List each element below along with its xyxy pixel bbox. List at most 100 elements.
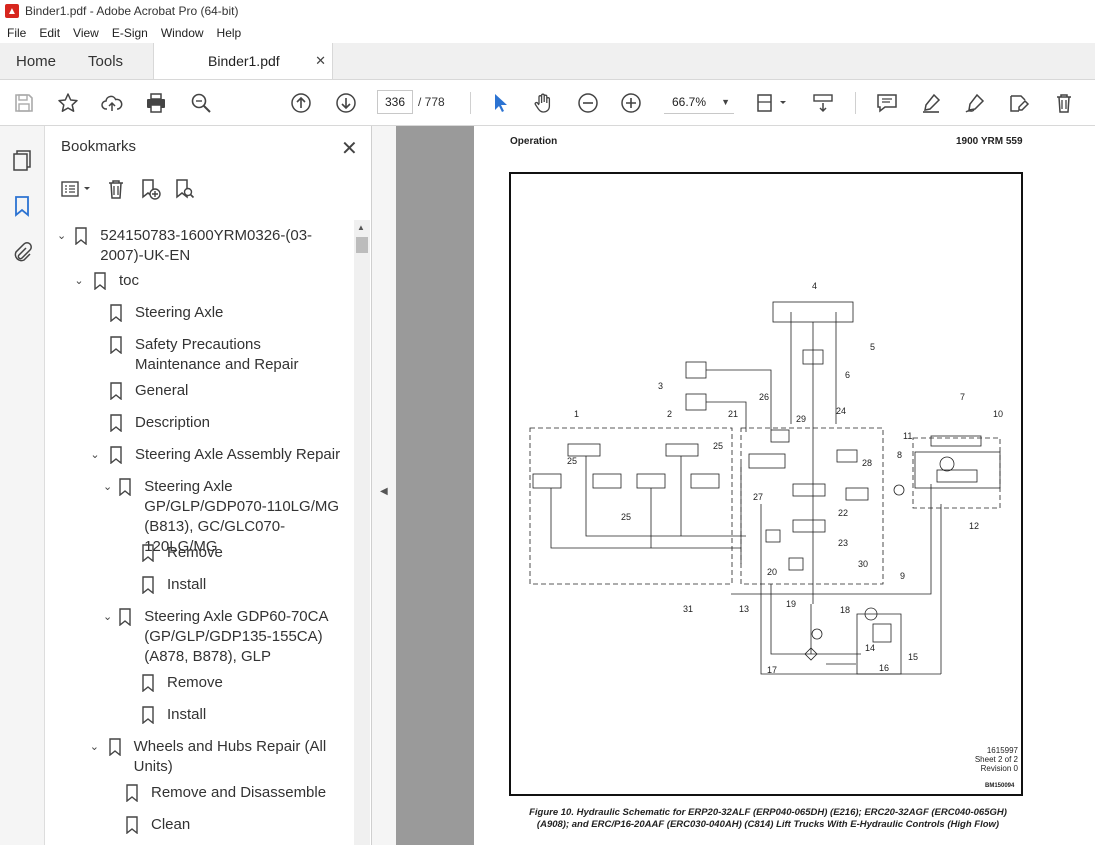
bookmark-item[interactable]: ⌄ Steering Axle Assembly Repair xyxy=(87,445,349,465)
scrollbar-thumb[interactable] xyxy=(356,237,368,253)
bookmark-label: Install xyxy=(167,706,207,723)
chevron-down-icon[interactable]: ⌄ xyxy=(71,271,87,291)
save-icon[interactable] xyxy=(11,90,37,116)
comment-icon[interactable] xyxy=(874,90,900,116)
scroll-mode-icon[interactable] xyxy=(810,90,836,116)
callout-number: 23 xyxy=(838,538,849,548)
tab-home[interactable]: Home xyxy=(0,43,72,79)
bookmark-panel-icon[interactable] xyxy=(8,192,36,220)
close-tab-icon[interactable]: ✕ xyxy=(315,53,326,69)
next-page-icon[interactable] xyxy=(333,90,359,116)
toolbar-separator xyxy=(470,92,471,114)
chevron-down-icon[interactable]: ⌄ xyxy=(55,226,68,246)
zoom-dropdown[interactable]: 66.7% ▼ xyxy=(664,90,734,114)
bookmark-label: Wheels and Hubs Repair (All Units) xyxy=(133,738,327,775)
callout-number: 16 xyxy=(879,663,890,673)
bookmark-icon xyxy=(142,674,154,692)
menu-edit[interactable]: Edit xyxy=(32,26,66,40)
callout-number: 4 xyxy=(812,281,818,291)
bookmarks-scrollbar[interactable]: ▲ xyxy=(354,220,370,845)
page-thumbnails-icon[interactable] xyxy=(8,146,36,174)
bookmark-item[interactable]: Steering Axle xyxy=(109,303,349,323)
zoom-search-icon[interactable] xyxy=(188,90,214,116)
delete-bookmark-icon[interactable] xyxy=(103,176,129,202)
page-number-input[interactable]: 336 xyxy=(377,90,413,114)
panel-collapse-strip: ◀ xyxy=(372,126,396,845)
callout-number: 22 xyxy=(838,508,849,518)
callout-number: 25 xyxy=(621,512,632,522)
bookmark-item[interactable]: Remove xyxy=(141,673,341,693)
delete-icon[interactable] xyxy=(1051,90,1077,116)
scroll-up-icon[interactable]: ▲ xyxy=(357,223,365,232)
previous-page-icon[interactable] xyxy=(288,90,314,116)
bookmark-label: Safety Precautions Maintenance and Repai… xyxy=(135,336,299,373)
upload-cloud-icon[interactable] xyxy=(99,90,125,116)
print-icon[interactable] xyxy=(143,90,169,116)
collapse-panel-icon[interactable]: ◀ xyxy=(380,486,388,497)
document-tab-label: Binder1.pdf xyxy=(208,53,280,69)
bookmark-label: Clean xyxy=(151,816,191,833)
pdf-section-header: Operation xyxy=(510,136,558,147)
chevron-down-icon[interactable]: ⌄ xyxy=(103,477,112,497)
title-bar: ▲ Binder1.pdf - Adobe Acrobat Pro (64-bi… xyxy=(0,0,1095,22)
figure-caption: Figure 10. Hydraulic Schematic for ERP20… xyxy=(508,807,1028,831)
chevron-down-icon: ▼ xyxy=(721,96,730,107)
highlight-pen-icon[interactable] xyxy=(918,90,944,116)
close-panel-icon[interactable]: ✕ xyxy=(341,136,358,161)
callout-number: 27 xyxy=(753,492,764,502)
chevron-down-icon[interactable]: ⌄ xyxy=(87,445,103,465)
bookmark-item[interactable]: Description xyxy=(109,413,349,433)
bookmark-item[interactable]: Remove and Disassemble xyxy=(125,783,349,803)
options-menu-icon[interactable] xyxy=(59,176,95,202)
tab-document[interactable]: Binder1.pdf ✕ xyxy=(153,43,334,79)
bookmark-label: Remove xyxy=(167,544,223,561)
chevron-down-icon[interactable]: ⌄ xyxy=(87,737,102,757)
menu-esign[interactable]: E-Sign xyxy=(105,26,154,40)
callout-number: 29 xyxy=(796,414,807,424)
zoom-in-icon[interactable] xyxy=(618,90,644,116)
sign-icon[interactable] xyxy=(962,90,988,116)
bookmark-item[interactable]: Clean xyxy=(125,815,349,835)
bookmark-icon xyxy=(110,446,122,464)
bookmark-label: Remove and Disassemble xyxy=(151,784,327,801)
select-cursor-icon[interactable] xyxy=(487,90,513,116)
callout-number: 12 xyxy=(969,521,980,531)
bookmark-icon xyxy=(108,738,121,756)
callout-number: 14 xyxy=(865,643,876,653)
edit-pdf-icon[interactable] xyxy=(1006,90,1032,116)
bookmark-icon xyxy=(110,382,122,400)
bookmark-item[interactable]: General xyxy=(109,381,349,401)
bookmark-label: Remove xyxy=(167,674,223,691)
bookmark-item[interactable]: ⌄ Steering Axle GDP60-70CA (GP/GLP/GDP13… xyxy=(103,607,351,667)
bookmark-icon xyxy=(126,784,138,802)
bookmark-item[interactable]: Safety Precautions Maintenance and Repai… xyxy=(109,335,349,375)
menu-help[interactable]: Help xyxy=(210,26,248,40)
bookmark-item[interactable]: Install xyxy=(141,575,341,595)
hand-tool-icon[interactable] xyxy=(530,90,556,116)
zoom-out-icon[interactable] xyxy=(575,90,601,116)
bookmarks-title: Bookmarks xyxy=(61,138,137,155)
bookmark-item[interactable]: Install xyxy=(141,705,341,725)
attachment-icon[interactable] xyxy=(8,238,36,266)
tab-tools[interactable]: Tools xyxy=(72,43,139,79)
menu-window[interactable]: Window xyxy=(154,26,210,40)
find-bookmark-icon[interactable] xyxy=(171,176,197,202)
callout-number: 11 xyxy=(903,431,913,441)
bookmark-item[interactable]: ⌄ 524150783-1600YRM0326-(03-2007)-UK-EN xyxy=(55,226,350,266)
star-icon[interactable] xyxy=(55,90,81,116)
bookmark-item[interactable]: ⌄ Wheels and Hubs Repair (All Units) xyxy=(87,737,349,777)
bookmark-icon xyxy=(110,414,122,432)
chevron-down-icon[interactable]: ⌄ xyxy=(103,607,112,627)
callout-number: 3 xyxy=(658,381,664,391)
toolbar-separator xyxy=(855,92,856,114)
bookmark-icon xyxy=(119,478,131,496)
hydraulic-schematic xyxy=(529,301,1001,675)
acrobat-icon: ▲ xyxy=(5,4,19,18)
bookmark-item[interactable]: ⌄ toc xyxy=(71,271,341,291)
new-bookmark-icon[interactable] xyxy=(137,176,163,202)
menu-view[interactable]: View xyxy=(66,26,105,40)
menu-file[interactable]: File xyxy=(0,26,32,40)
bookmark-item[interactable]: Remove xyxy=(141,543,341,563)
drawing-revision-note: 1615997 Sheet 2 of 2 Revision 0 xyxy=(940,746,1018,773)
fit-page-icon[interactable] xyxy=(752,90,792,116)
